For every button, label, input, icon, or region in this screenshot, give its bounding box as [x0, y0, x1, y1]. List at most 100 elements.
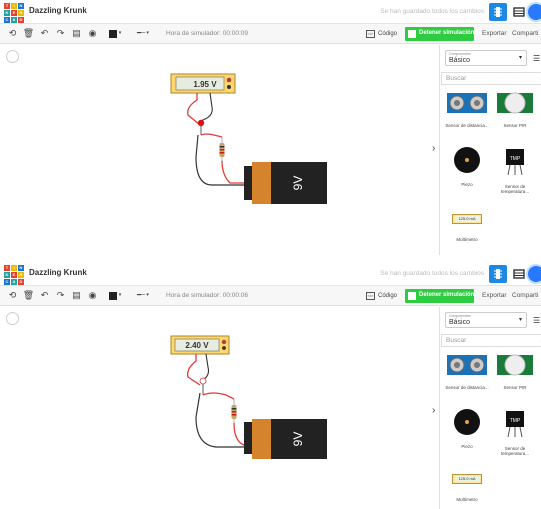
- list-view-icon[interactable]: ☰: [533, 316, 540, 325]
- components-dropdown-caption: Componentes: [449, 314, 471, 318]
- palette-multimeter-label: Multímetro: [456, 237, 478, 242]
- components-panel: Componentes Básico ▾ ☰ Buscar ⌕ Sensor d…: [439, 45, 541, 255]
- palette-pir-label: Sensor PIR: [503, 385, 527, 390]
- toolbar: ⟲ 🗑 ↶ ↷ ▤ ◉ ▾ ━ ┄ ▾ Hora de simulador: 00…: [0, 24, 541, 44]
- piezo-icon: [454, 409, 480, 435]
- user-avatar[interactable]: [526, 264, 541, 284]
- rotate-icon[interactable]: ⟲: [6, 289, 19, 302]
- delete-icon[interactable]: 🗑: [22, 27, 35, 40]
- palette-multimeter[interactable]: 125.0 mA Multímetro: [443, 212, 491, 242]
- design-title[interactable]: Dazzling Krunk: [29, 6, 87, 15]
- stop-icon: [408, 30, 416, 38]
- palette-distance-label: Sensor de distancia...: [445, 385, 489, 390]
- chevron-down-icon: ▾: [518, 55, 522, 61]
- circuit-canvas[interactable]: 2.40 V 9V: [0, 307, 434, 509]
- tinkercad-logo[interactable]: TIN KER CAD: [4, 3, 24, 23]
- undo-icon[interactable]: ↶: [38, 289, 51, 302]
- components-dropdown[interactable]: Componentes Básico ▾: [445, 50, 527, 66]
- visibility-icon[interactable]: ◉: [86, 289, 99, 302]
- simulator-time: Hora de simulador: 00:00:09: [166, 30, 249, 37]
- collapse-panel-icon[interactable]: ›: [432, 143, 435, 154]
- circuit-drawing: 2.40 V 9V: [170, 335, 327, 459]
- save-status: Se han guardado todos los cambios: [380, 8, 484, 15]
- multimeter-icon: 125.0 mA: [452, 474, 482, 484]
- collapse-panel-icon[interactable]: ›: [432, 405, 435, 416]
- circuit-icon: [494, 269, 502, 279]
- components-dropdown-value: Básico: [449, 57, 471, 64]
- visibility-icon[interactable]: ◉: [86, 27, 99, 40]
- code-button[interactable]: </> Código: [366, 290, 397, 302]
- code-icon: </>: [366, 292, 375, 300]
- palette-piezo-label: Piezo: [461, 444, 473, 449]
- notes-icon[interactable]: ▤: [70, 27, 83, 40]
- tinkercad-logo[interactable]: TIN KER CAD: [4, 265, 24, 285]
- palette-temp-sensor[interactable]: TMP Sensor de temperatura...: [491, 407, 539, 456]
- fit-view-button[interactable]: [6, 50, 19, 63]
- palette-pir-sensor[interactable]: Sensor PIR: [491, 352, 539, 390]
- resistor[interactable]: [231, 399, 237, 423]
- ultrasonic-sensor-icon: [447, 93, 487, 113]
- multimeter-icon-value: 125.0 mA: [454, 476, 480, 482]
- notes-icon[interactable]: ▤: [70, 289, 83, 302]
- rotate-icon[interactable]: ⟲: [6, 27, 19, 40]
- resistor[interactable]: [219, 137, 225, 161]
- list-view-icon[interactable]: ☰: [533, 54, 540, 63]
- components-dropdown-caption: Componentes: [449, 52, 471, 56]
- palette-pir-sensor[interactable]: Sensor PIR: [491, 90, 539, 128]
- search-placeholder: Buscar: [446, 75, 467, 82]
- led[interactable]: [197, 119, 205, 135]
- multimeter[interactable]: 1.95 V: [170, 73, 236, 94]
- palette-distance-sensor[interactable]: Sensor de distancia...: [443, 90, 491, 128]
- battery-label: 9V: [291, 432, 305, 447]
- components-dropdown-value: Básico: [449, 319, 471, 326]
- stop-simulation-button[interactable]: Detener simulación: [405, 27, 474, 41]
- battery-9v[interactable]: 9V: [244, 419, 327, 459]
- components-dropdown[interactable]: Componentes Básico ▾: [445, 312, 527, 328]
- palette-distance-sensor[interactable]: Sensor de distancia...: [443, 352, 491, 390]
- code-button[interactable]: </> Código: [366, 28, 397, 40]
- stop-simulation-label: Detener simulación: [419, 292, 475, 298]
- wire-style-picker[interactable]: ━ ┄ ▾: [130, 289, 156, 302]
- battery-9v[interactable]: 9V: [244, 162, 327, 204]
- share-button[interactable]: Comparti: [512, 30, 538, 37]
- color-picker[interactable]: ▾: [104, 27, 126, 40]
- multimeter-icon: 125.0 mA: [452, 214, 482, 224]
- led[interactable]: [199, 377, 207, 395]
- voltage-reading: 2.40 V: [185, 341, 209, 350]
- circuit-canvas[interactable]: 1.95 V 9V: [0, 45, 434, 255]
- screenshot-top: TIN KER CAD Dazzling Krunk Se han guarda…: [0, 0, 541, 255]
- stop-simulation-button[interactable]: Detener simulación: [405, 289, 474, 303]
- screenshot-bottom: TIN KER CAD Dazzling Krunk Se han guarda…: [0, 262, 541, 509]
- color-picker[interactable]: ▾: [104, 289, 126, 302]
- circuit-icon: [494, 7, 502, 17]
- multimeter[interactable]: 2.40 V: [170, 335, 230, 355]
- palette-temp-sensor[interactable]: TMP Sensor de temperatura...: [491, 145, 539, 194]
- simulator-time: Hora de simulador: 00:00:06: [166, 292, 249, 299]
- circuit-wire-red: [200, 133, 246, 184]
- export-button[interactable]: Exportar: [482, 30, 507, 37]
- user-avatar[interactable]: [526, 2, 541, 22]
- ultrasonic-sensor-icon: [447, 355, 487, 375]
- palette-piezo[interactable]: Piezo: [443, 407, 491, 449]
- fit-view-button[interactable]: [6, 312, 19, 325]
- voltage-reading: 1.95 V: [193, 80, 217, 89]
- search-input[interactable]: Buscar ⌕: [441, 72, 541, 85]
- pir-sensor-icon: [497, 92, 533, 114]
- undo-icon[interactable]: ↶: [38, 27, 51, 40]
- redo-icon[interactable]: ↷: [54, 27, 67, 40]
- search-input[interactable]: Buscar ⌕: [441, 334, 541, 347]
- export-button[interactable]: Exportar: [482, 292, 507, 299]
- delete-icon[interactable]: 🗑: [22, 289, 35, 302]
- wire-style-picker[interactable]: ━ ┄ ▾: [130, 27, 156, 40]
- save-status: Se han guardado todos los cambios: [380, 270, 484, 277]
- palette-multimeter[interactable]: 125.0 mA Multímetro: [443, 472, 491, 502]
- search-placeholder: Buscar: [446, 337, 467, 344]
- title-bar: TIN KER CAD Dazzling Krunk Se han guarda…: [0, 262, 541, 286]
- circuit-view-button[interactable]: [489, 265, 507, 283]
- share-button[interactable]: Comparti: [512, 292, 538, 299]
- palette-piezo[interactable]: Piezo: [443, 145, 491, 187]
- chevron-down-icon: ▾: [518, 317, 522, 323]
- redo-icon[interactable]: ↷: [54, 289, 67, 302]
- design-title[interactable]: Dazzling Krunk: [29, 268, 87, 277]
- circuit-view-button[interactable]: [489, 3, 507, 21]
